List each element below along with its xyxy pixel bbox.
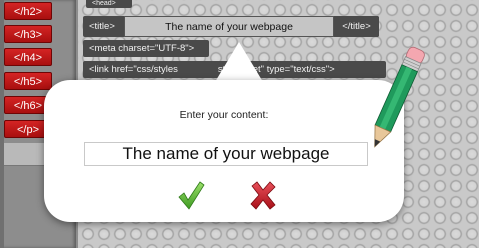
tag-h5-button[interactable]: </h5>: [4, 72, 52, 90]
title-value-field[interactable]: The name of your webpage: [124, 16, 334, 37]
tag-h3-button[interactable]: </h3>: [4, 25, 52, 43]
tag-h4-button[interactable]: </h4>: [4, 48, 52, 66]
content-input[interactable]: The name of your webpage: [84, 142, 368, 166]
content-dialog: Enter your content: The name of your web…: [44, 80, 404, 222]
dialog-pointer: [215, 42, 263, 82]
dialog-prompt: Enter your content:: [179, 109, 269, 121]
link-line-start: <link href="css/styles: [89, 64, 178, 75]
title-open-tag: <title>: [89, 21, 115, 32]
confirm-check-icon[interactable]: [177, 180, 205, 210]
head-tag-line[interactable]: <head>: [86, 0, 132, 8]
cancel-cross-icon[interactable]: [249, 180, 277, 210]
tag-h2-button[interactable]: </h2>: [4, 2, 52, 20]
title-close-tag: </title>: [334, 16, 379, 37]
pencil-icon: [374, 46, 425, 148]
meta-charset-line[interactable]: <meta charset="UTF-8">: [83, 40, 209, 57]
